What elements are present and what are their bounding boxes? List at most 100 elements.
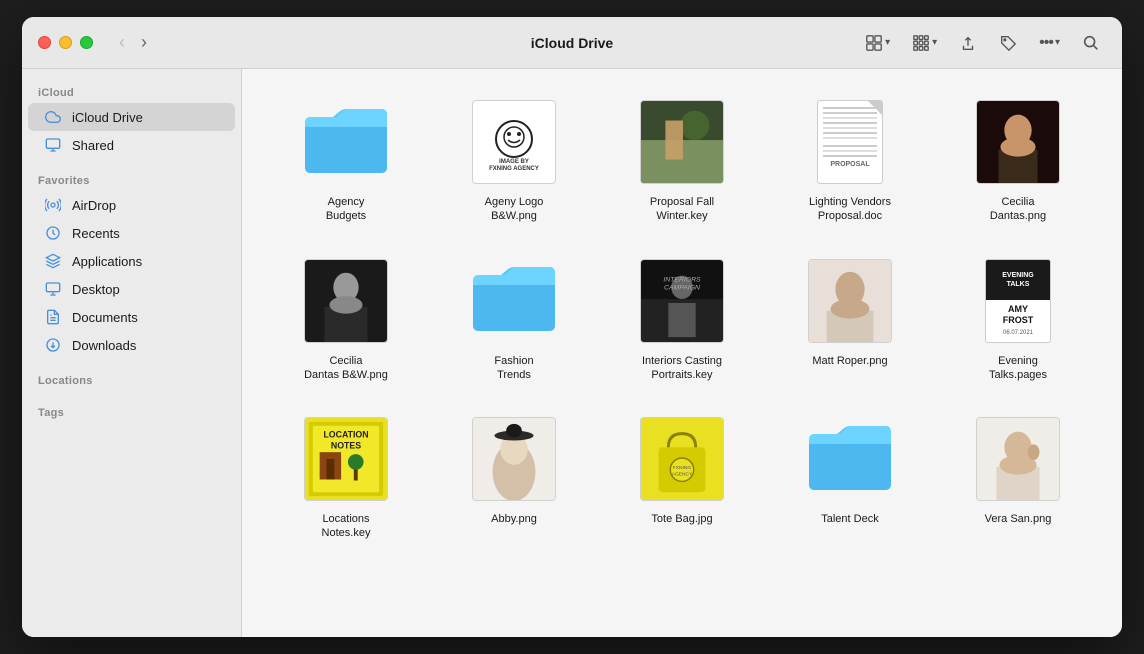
file-item-evening-talks[interactable]: EVENINGTALKS AMYFROST 06.07.2021 Evening… [938, 248, 1098, 391]
file-item-cecilia-dantas[interactable]: CeciliaDantas.png [938, 89, 1098, 232]
sidebar-item-desktop[interactable]: Desktop [28, 275, 235, 303]
file-item-agency-logo[interactable]: IMAGE BY FXNING AGENCY Ageny LogoB&W.png [434, 89, 594, 232]
traffic-lights [38, 36, 93, 49]
file-item-lighting-vendors[interactable]: PROPOSAL Lighting VendorsProposal.doc [770, 89, 930, 232]
file-name-cecilia-dantas: CeciliaDantas.png [990, 195, 1046, 224]
file-thumb-vera-san [973, 414, 1063, 504]
svg-text:LOCATION: LOCATION [323, 430, 368, 440]
files-grid: AgencyBudgets [266, 89, 1098, 549]
icloud-drive-label: iCloud Drive [72, 110, 143, 125]
svg-text:AGENCY: AGENCY [672, 472, 693, 478]
documents-label: Documents [72, 310, 138, 325]
sidebar-item-applications[interactable]: Applications [28, 247, 235, 275]
file-item-abby[interactable]: Abby.png [434, 406, 594, 549]
file-item-interiors-casting[interactable]: INTERIORS CAMPAIGN Interiors CastingPort… [602, 248, 762, 391]
folder-icon-fashion-trends [469, 263, 559, 338]
file-thumb-cecilia-bw [301, 256, 391, 346]
recents-icon [44, 224, 62, 242]
svg-text:CAMPAIGN: CAMPAIGN [664, 284, 700, 291]
file-thumb-interiors-casting: INTERIORS CAMPAIGN [637, 256, 727, 346]
shared-label: Shared [72, 138, 114, 153]
tote-bag-preview: FXNING AGENCY [641, 417, 723, 501]
thumb-tote-bag: FXNING AGENCY [640, 417, 724, 501]
sidebar-section-icloud: iCloud [22, 81, 241, 103]
file-thumb-tote-bag: FXNING AGENCY [637, 414, 727, 504]
close-button[interactable] [38, 36, 51, 49]
downloads-icon [44, 336, 62, 354]
tag-button[interactable] [993, 30, 1023, 56]
cecilia-bw-preview [305, 259, 387, 343]
cecilia-dantas-preview [977, 100, 1059, 184]
downloads-label: Downloads [72, 338, 136, 353]
share-button[interactable] [953, 30, 983, 56]
icloud-drive-icon [44, 108, 62, 126]
applications-label: Applications [72, 254, 142, 269]
thumb-location-notes: LOCATION NOTES [304, 417, 388, 501]
sidebar-item-recents[interactable]: Recents [28, 219, 235, 247]
file-item-agency-budgets[interactable]: AgencyBudgets [266, 89, 426, 232]
sidebar-item-airdrop[interactable]: AirDrop [28, 191, 235, 219]
vera-san-preview [977, 417, 1059, 501]
main-layout: iCloud iCloud Drive Shared [22, 69, 1122, 637]
file-thumb-cecilia-dantas [973, 97, 1063, 187]
folder-icon-talent-deck [805, 422, 895, 497]
file-name-talent-deck: Talent Deck [821, 512, 878, 526]
airdrop-icon [44, 196, 62, 214]
file-name-abby: Abby.png [491, 512, 537, 526]
file-name-interiors-casting: Interiors CastingPortraits.key [642, 354, 722, 383]
file-item-location-notes[interactable]: LOCATION NOTES LocationsNotes.key [266, 406, 426, 549]
file-thumb-matt-roper [805, 256, 895, 346]
minimize-button[interactable] [59, 36, 72, 49]
thumb-lighting-vendors: PROPOSAL [817, 100, 883, 184]
airdrop-label: AirDrop [72, 198, 116, 213]
file-name-matt-roper: Matt Roper.png [812, 354, 887, 368]
sidebar-item-shared[interactable]: Shared [28, 131, 235, 159]
file-item-proposal-fall[interactable]: Proposal FallWinter.key [602, 89, 762, 232]
agency-logo-preview: IMAGE BY FXNING AGENCY [479, 107, 549, 177]
desktop-label: Desktop [72, 282, 120, 297]
sidebar-item-documents[interactable]: Documents [28, 303, 235, 331]
sidebar-item-downloads[interactable]: Downloads [28, 331, 235, 359]
recents-label: Recents [72, 226, 120, 241]
file-thumb-proposal-fall [637, 97, 727, 187]
svg-text:FXNING: FXNING [673, 465, 692, 471]
view-gallery-button[interactable]: ▾ [906, 30, 943, 56]
abby-preview [473, 417, 555, 501]
search-button[interactable] [1076, 30, 1106, 56]
thumb-evening-talks: EVENINGTALKS AMYFROST 06.07.2021 [985, 259, 1051, 343]
more-button[interactable]: ••• ▾ [1033, 30, 1066, 56]
file-name-location-notes: LocationsNotes.key [322, 512, 371, 541]
file-thumb-talent-deck [805, 414, 895, 504]
thumb-cecilia-bw [304, 259, 388, 343]
file-item-vera-san[interactable]: Vera San.png [938, 406, 1098, 549]
sidebar: iCloud iCloud Drive Shared [22, 69, 242, 637]
file-thumb-abby [469, 414, 559, 504]
file-item-tote-bag[interactable]: FXNING AGENCY Tote Bag.jpg [602, 406, 762, 549]
chevron-down-icon: ▾ [885, 37, 890, 48]
titlebar: ‹ › iCloud Drive ▾ [22, 17, 1122, 69]
search-icon [1082, 34, 1100, 52]
shared-icon [44, 136, 62, 154]
folder-icon-agency-budgets [301, 105, 391, 180]
file-item-matt-roper[interactable]: Matt Roper.png [770, 248, 930, 391]
file-name-lighting-vendors: Lighting VendorsProposal.doc [809, 195, 891, 224]
thumb-agency-logo: IMAGE BY FXNING AGENCY [472, 100, 556, 184]
file-item-fashion-trends[interactable]: FashionTrends [434, 248, 594, 391]
applications-icon [44, 252, 62, 270]
grid-icon [865, 34, 883, 52]
back-button[interactable]: ‹ [113, 30, 131, 55]
view-grid-button[interactable]: ▾ [859, 30, 896, 56]
thumb-abby [472, 417, 556, 501]
sidebar-item-icloud-drive[interactable]: iCloud Drive [28, 103, 235, 131]
file-thumb-location-notes: LOCATION NOTES [301, 414, 391, 504]
maximize-button[interactable] [80, 36, 93, 49]
chevron-down-icon3: ▾ [1055, 37, 1060, 48]
file-item-cecilia-bw[interactable]: CeciliaDantas B&W.png [266, 248, 426, 391]
matt-roper-preview [809, 259, 891, 343]
svg-text:INTERIORS: INTERIORS [663, 276, 701, 283]
forward-button[interactable]: › [135, 30, 153, 55]
file-item-talent-deck[interactable]: Talent Deck [770, 406, 930, 549]
toolbar-right: ▾ ▾ [859, 30, 1106, 56]
share-icon [959, 34, 977, 52]
thumb-interiors-casting: INTERIORS CAMPAIGN [640, 259, 724, 343]
